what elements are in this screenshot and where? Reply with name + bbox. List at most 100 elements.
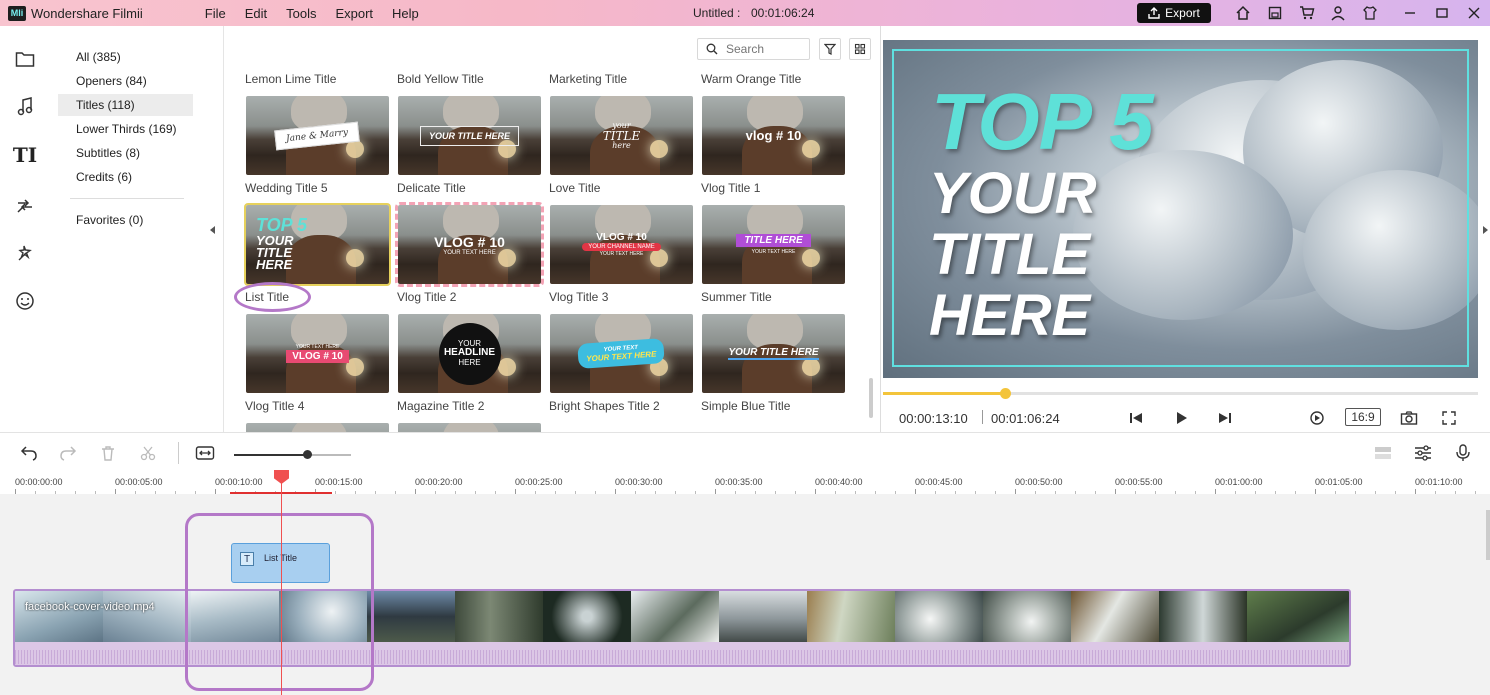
item-label[interactable]: Bright Shapes Title 2: [549, 399, 660, 413]
category-lower-thirds[interactable]: Lower Thirds (169): [58, 118, 193, 140]
ruler-tick: [1075, 491, 1076, 494]
item-label[interactable]: Lemon Lime Title: [245, 72, 336, 86]
track-manager-button[interactable]: [1373, 443, 1393, 463]
item-label[interactable]: Warm Orange Title: [701, 72, 801, 86]
export-button[interactable]: Export: [1137, 3, 1211, 23]
voiceover-button[interactable]: [1453, 443, 1473, 463]
minimize-icon[interactable]: [1401, 4, 1419, 22]
search-box[interactable]: [697, 38, 810, 60]
item-label[interactable]: Delicate Title: [397, 181, 466, 195]
music-icon[interactable]: [14, 96, 36, 118]
ruler-tick: [75, 491, 76, 494]
item-label[interactable]: Vlog Title 4: [245, 399, 304, 413]
redo-button[interactable]: [58, 443, 78, 463]
ruler-tick: [1195, 491, 1196, 494]
collapse-sidebar-arrow-icon[interactable]: [210, 226, 215, 234]
item-label[interactable]: Magazine Title 2: [397, 399, 484, 413]
search-input[interactable]: [726, 42, 796, 56]
library-scrollbar[interactable]: [869, 378, 873, 418]
item-label[interactable]: Summer Title: [701, 290, 772, 304]
grid-view-button[interactable]: [849, 38, 871, 60]
delete-button[interactable]: [98, 443, 118, 463]
previous-frame-button[interactable]: [1126, 408, 1146, 428]
titles-icon[interactable]: TI: [13, 143, 37, 167]
category-openers[interactable]: Openers (84): [58, 70, 193, 92]
cut-button[interactable]: [138, 443, 158, 463]
thumb-text: YOUR TEXT HERE: [599, 251, 644, 257]
aspect-ratio-button[interactable]: 16:9: [1345, 408, 1381, 426]
title-thumbnail-vlog-title-3[interactable]: VLOG # 10 YOUR CHANNEL NAME YOUR TEXT HE…: [550, 205, 693, 284]
item-label[interactable]: Vlog Title 2: [397, 290, 456, 304]
title-thumbnail-wedding-title-5[interactable]: Jane & Marry: [246, 96, 389, 175]
transitions-icon[interactable]: [14, 194, 36, 216]
playhead-line: [281, 478, 282, 695]
save-icon[interactable]: [1266, 4, 1284, 22]
play-button[interactable]: [1171, 408, 1191, 428]
menu-export[interactable]: Export: [335, 6, 373, 21]
menu-tools[interactable]: Tools: [286, 6, 316, 21]
category-credits[interactable]: Credits (6): [58, 166, 193, 188]
timeline-ruler[interactable]: 00:00:00:00 00:00:05:00 00:00:10:00 00:00:1…: [0, 470, 1490, 494]
snapshot-button[interactable]: [1399, 408, 1419, 428]
title-thumbnail-magazine-title-2[interactable]: YOUR HEADLINE HERE: [398, 314, 541, 393]
render-preview-button[interactable]: [1307, 408, 1327, 428]
ruler-tick-label: 00:00:55:00: [1115, 477, 1163, 487]
ruler-tick: [215, 489, 216, 494]
undo-button[interactable]: [19, 443, 39, 463]
timeline-scrollbar[interactable]: [1486, 510, 1490, 560]
elements-icon[interactable]: [14, 290, 36, 312]
menu-file[interactable]: File: [205, 6, 226, 21]
item-label[interactable]: Marketing Title: [549, 72, 627, 86]
fit-timeline-button[interactable]: [195, 443, 215, 463]
title-thumbnail-vlog-title-2[interactable]: VLOG # 10 YOUR TEXT HERE: [395, 202, 544, 287]
fullscreen-button[interactable]: [1439, 408, 1459, 428]
account-icon[interactable]: [1329, 4, 1347, 22]
title-thumbnail-delicate-title[interactable]: YOUR TITLE HERE: [398, 96, 541, 175]
ruler-tick-label: 00:00:30:00: [615, 477, 663, 487]
home-icon[interactable]: [1234, 4, 1252, 22]
zoom-slider-handle[interactable]: [302, 450, 312, 459]
item-label[interactable]: Bold Yellow Title: [397, 72, 484, 86]
playback-progress-handle[interactable]: [999, 388, 1011, 399]
effects-icon[interactable]: [14, 242, 36, 264]
title-thumbnail-list-title[interactable]: TOP 5 YOUR TITLE HERE: [244, 203, 391, 286]
playback-progress-bar[interactable]: [883, 388, 1478, 399]
ruler-tick: [1215, 489, 1216, 494]
menu-help[interactable]: Help: [392, 6, 419, 21]
title-thumbnail-bright-shapes-title-2[interactable]: YOUR TEXT YOUR TEXT HERE: [550, 314, 693, 393]
title-thumbnail-vlog-title-1[interactable]: vlog # 10: [702, 96, 845, 175]
cart-icon[interactable]: [1298, 4, 1316, 22]
maximize-icon[interactable]: [1433, 4, 1451, 22]
title-thumbnail-summer-title[interactable]: TITLE HERE YOUR TEXT HERE: [702, 205, 845, 284]
ruler-tick-label: 00:00:05:00: [115, 477, 163, 487]
ruler-tick: [1355, 491, 1356, 494]
ruler-tick: [435, 491, 436, 494]
audio-mixer-button[interactable]: [1413, 443, 1433, 463]
item-label[interactable]: Vlog Title 1: [701, 181, 760, 195]
menu-edit[interactable]: Edit: [245, 6, 267, 21]
filter-button[interactable]: [819, 38, 841, 60]
category-titles[interactable]: Titles (118): [58, 94, 193, 116]
folder-icon[interactable]: [14, 48, 36, 70]
shirt-icon[interactable]: [1361, 4, 1379, 22]
title-thumbnail-partial[interactable]: [398, 423, 541, 432]
next-frame-button[interactable]: [1215, 408, 1235, 428]
category-favorites[interactable]: Favorites (0): [58, 209, 193, 231]
title-thumbnail-vlog-title-4[interactable]: YOUR TEXT HERE VLOG # 10: [246, 314, 389, 393]
timeline-zoom-slider[interactable]: [234, 450, 351, 459]
item-label[interactable]: Simple Blue Title: [701, 399, 790, 413]
title-thumbnail-simple-blue-title[interactable]: YOUR TITLE HERE: [702, 314, 845, 393]
collapse-preview-arrow-icon[interactable]: [1483, 226, 1488, 234]
preview-video[interactable]: TOP 5 YOUR TITLE HERE: [883, 40, 1478, 378]
item-label[interactable]: Love Title: [549, 181, 600, 195]
title-thumbnail-love-title[interactable]: your TITLE here: [550, 96, 693, 175]
item-label[interactable]: Vlog Title 3: [549, 290, 608, 304]
ruler-tick: [875, 491, 876, 494]
category-all[interactable]: All (385): [58, 46, 193, 68]
item-label[interactable]: Wedding Title 5: [245, 181, 328, 195]
ruler-tick-label: 00:01:05:00: [1315, 477, 1363, 487]
title-thumbnail-partial[interactable]: [246, 423, 389, 432]
close-icon[interactable]: [1465, 4, 1483, 22]
category-subtitles[interactable]: Subtitles (8): [58, 142, 193, 164]
ruler-tick-label: 00:00:20:00: [415, 477, 463, 487]
